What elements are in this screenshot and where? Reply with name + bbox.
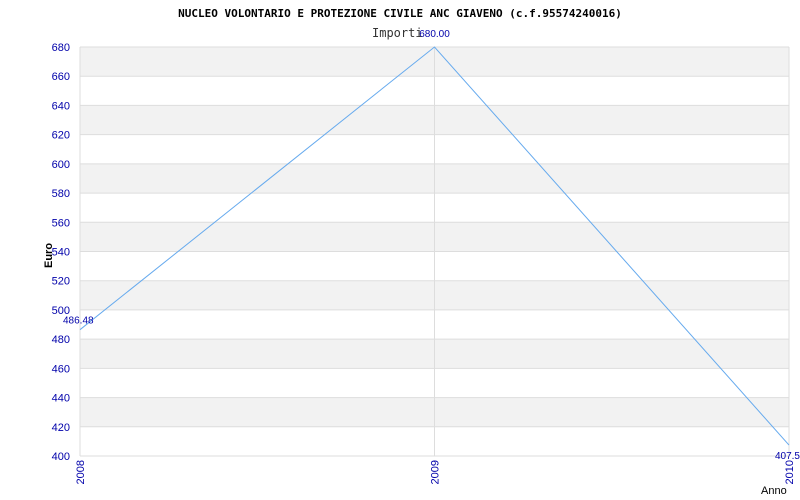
data-label: 680.00 (419, 29, 450, 40)
data-label: 486.48 (63, 316, 94, 327)
y-tick-label: 440 (52, 393, 70, 405)
x-tick-label: 2009 (430, 460, 442, 484)
y-tick-label: 640 (52, 100, 70, 112)
y-tick-label: 560 (52, 217, 70, 229)
x-axis-label: Anno (761, 485, 787, 497)
y-tick-label: 580 (52, 188, 70, 200)
x-axis-ticks: 2008 2009 2010 (75, 460, 796, 484)
y-tick-label: 620 (52, 130, 70, 142)
y-axis-label: Euro (43, 243, 55, 268)
x-tick-label: 2008 (75, 460, 87, 484)
y-tick-label: 420 (52, 422, 70, 434)
y-tick-label: 680 (52, 42, 70, 54)
y-tick-label: 400 (52, 451, 70, 463)
y-tick-label: 600 (52, 159, 70, 171)
legend-label: Importi (372, 26, 423, 40)
chart-title: NUCLEO VOLONTARIO E PROTEZIONE CIVILE AN… (178, 7, 622, 20)
line-chart: 4004204404604805005205405605806006206406… (43, 7, 800, 497)
x-tick-label: 2010 (784, 460, 796, 484)
y-tick-label: 520 (52, 276, 70, 288)
y-tick-label: 480 (52, 334, 70, 346)
y-tick-label: 460 (52, 363, 70, 375)
data-label: 407.5 (775, 451, 800, 462)
y-tick-label: 660 (52, 71, 70, 83)
